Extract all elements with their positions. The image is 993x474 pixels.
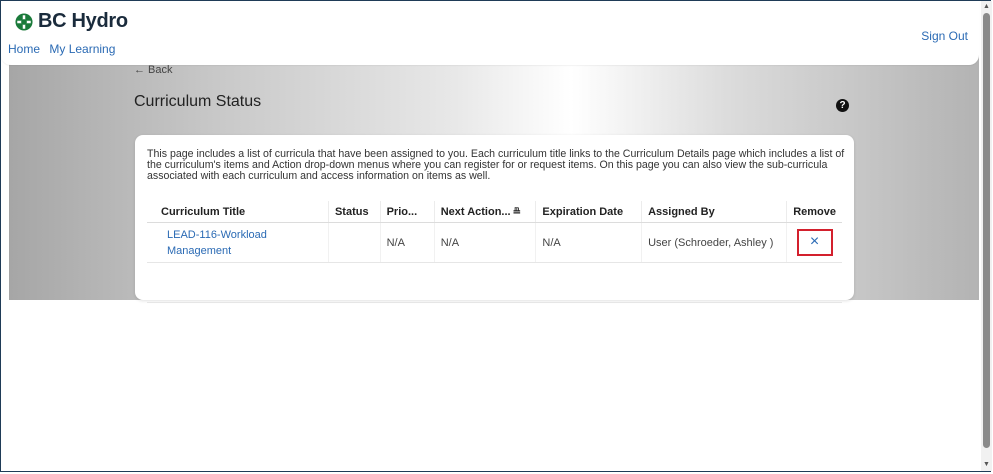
- sort-icon[interactable]: ≞: [513, 207, 521, 218]
- table-row: LEAD-116-Workload Management N/A N/A N/A…: [147, 222, 842, 263]
- scroll-down-icon[interactable]: ▼: [983, 461, 990, 469]
- sign-out-link[interactable]: Sign Out: [921, 29, 968, 43]
- curriculum-title-link[interactable]: LEAD-116-Workload Management: [153, 227, 322, 259]
- cell-curriculum-title: LEAD-116-Workload Management: [147, 222, 329, 263]
- column-header-remove: Remove: [786, 201, 842, 223]
- nav-my-learning-link[interactable]: My Learning: [49, 42, 115, 56]
- page-title: Curriculum Status: [134, 93, 262, 110]
- bc-hydro-logo-icon: [15, 12, 33, 31]
- column-header-label: Curriculum Title: [161, 205, 246, 218]
- nav-home-link[interactable]: Home: [8, 42, 40, 56]
- column-header-priority[interactable]: Prio...: [380, 201, 435, 223]
- column-header-expiration-date[interactable]: Expiration Date: [535, 201, 643, 223]
- empty-cell: [147, 262, 842, 303]
- scroll-up-icon[interactable]: ▲: [983, 3, 990, 11]
- column-header-status[interactable]: Status: [328, 201, 381, 223]
- bc-hydro-logo[interactable]: BC Hydro: [15, 10, 128, 33]
- close-icon: ×: [809, 233, 820, 250]
- table-header-row: Curriculum Title Status Prio... Next Act…: [147, 201, 842, 223]
- curriculum-card: This page includes a list of curricula t…: [135, 135, 854, 303]
- cell-status: [328, 222, 381, 263]
- page-description: This page includes a list of curricula t…: [147, 148, 845, 182]
- column-header-label: Status: [334, 205, 369, 218]
- cell-priority: N/A: [380, 222, 435, 263]
- column-header-label: Next Action...: [440, 205, 511, 218]
- column-header-next-action[interactable]: Next Action... ≞: [434, 201, 537, 223]
- column-header-assigned-by[interactable]: Assigned By: [641, 201, 788, 223]
- column-header-label: Remove: [793, 205, 836, 218]
- page-scrollbar[interactable]: ▲ ▼: [981, 1, 992, 471]
- scrollbar-thumb[interactable]: [983, 13, 990, 448]
- site-header: BC Hydro Home My Learning Sign Out: [1, 1, 979, 65]
- column-header-label: Prio...: [386, 205, 418, 218]
- help-icon[interactable]: ?: [836, 99, 849, 112]
- column-header-label: Assigned By: [648, 205, 715, 218]
- back-link[interactable]: ← Back: [134, 64, 173, 76]
- cell-next-action: N/A: [434, 222, 537, 263]
- cell-remove: ×: [786, 222, 842, 263]
- curriculum-table: Curriculum Title Status Prio... Next Act…: [147, 201, 842, 303]
- cell-assigned-by: User (Schroeder, Ashley ): [641, 222, 788, 263]
- logo-text: BC Hydro: [38, 10, 128, 32]
- column-header-label: Expiration Date: [542, 205, 624, 218]
- table-row-empty: [147, 262, 842, 303]
- cell-expiration-date: N/A: [535, 222, 643, 263]
- top-nav: Home My Learning: [8, 42, 121, 56]
- column-header-curriculum-title[interactable]: Curriculum Title: [147, 201, 329, 223]
- remove-button[interactable]: ×: [796, 229, 833, 256]
